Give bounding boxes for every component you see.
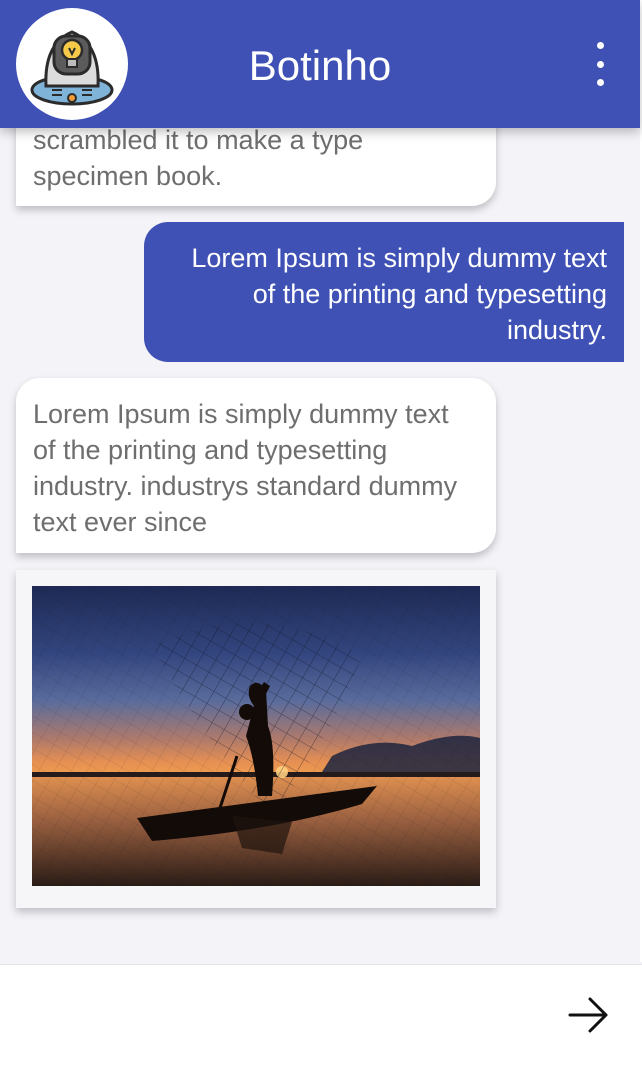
message-text: Lorem Ipsum is simply dummy text of the … <box>191 243 607 345</box>
message-text: scrambled it to make a type specimen boo… <box>33 125 364 191</box>
chat-area[interactable]: scrambled it to make a type specimen boo… <box>0 0 642 962</box>
more-vertical-icon[interactable] <box>584 42 616 86</box>
message-input[interactable] <box>20 985 544 1043</box>
message-text: Lorem Ipsum is simply dummy text of the … <box>33 399 458 537</box>
app-title: Botinho <box>248 42 392 89</box>
fisherman-sunset-image[interactable] <box>32 586 480 886</box>
bot-message: Lorem Ipsum is simply dummy text of the … <box>16 378 496 553</box>
bot-image-message[interactable] <box>16 570 496 908</box>
app-bar: Botinho <box>0 0 640 128</box>
user-message: Lorem Ipsum is simply dummy text of the … <box>144 222 624 362</box>
arrow-right-icon[interactable] <box>566 995 612 1035</box>
message-composer <box>0 964 642 1065</box>
